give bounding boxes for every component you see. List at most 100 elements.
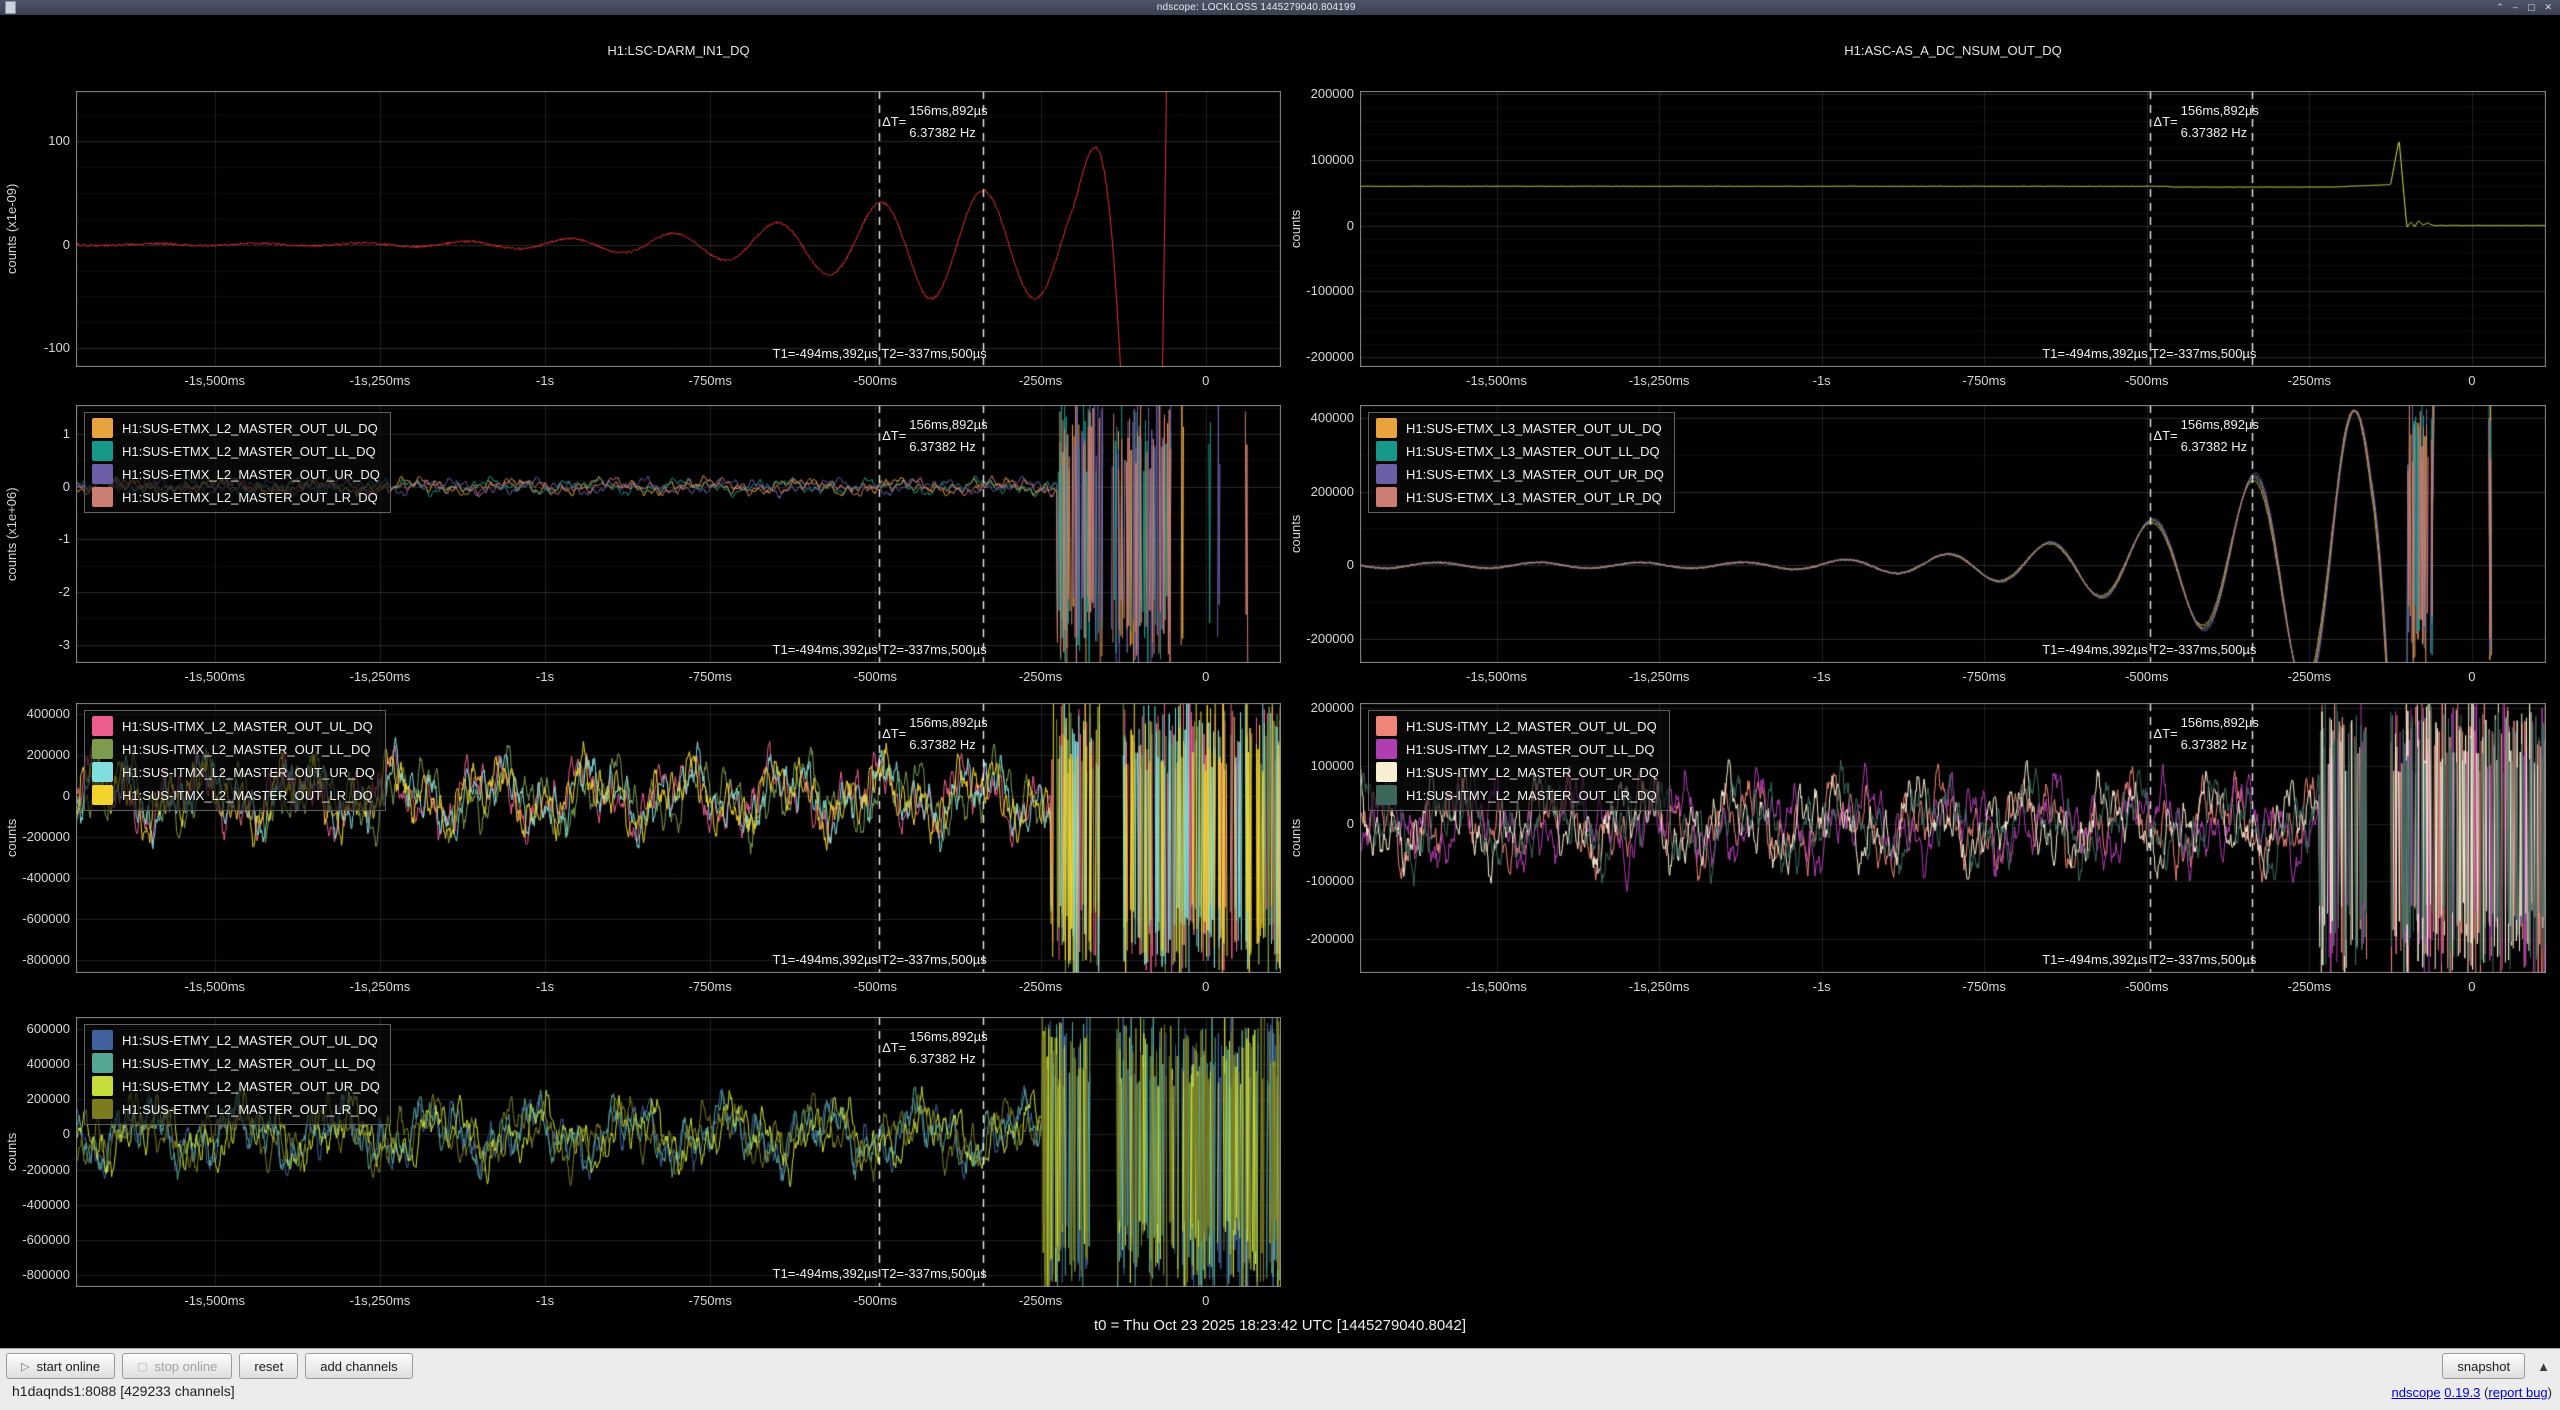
legend-swatch-icon bbox=[1376, 785, 1397, 805]
y-tick-label: 400000 bbox=[0, 706, 70, 721]
snapshot-button[interactable]: snapshot bbox=[2442, 1353, 2525, 1379]
window-title: ndscope: LOCKLOSS 1445279040.804199 bbox=[16, 2, 2496, 13]
y-tick-label: 400000 bbox=[1276, 410, 1354, 425]
window-icon bbox=[5, 1, 16, 14]
y-tick-label: 0 bbox=[1276, 218, 1354, 233]
legend-swatch-icon bbox=[92, 716, 113, 736]
legend-swatch-icon bbox=[1376, 464, 1397, 484]
maximize-window-icon[interactable]: ▢ bbox=[2527, 2, 2536, 13]
legend-item[interactable]: H1:SUS-ETMY_L2_MASTER_OUT_LR_DQ bbox=[92, 1099, 380, 1119]
legend-item[interactable]: H1:SUS-ETMX_L2_MASTER_OUT_UR_DQ bbox=[92, 464, 380, 484]
delta-t-annotation: ΔT=156ms,892µs6.37382 Hz bbox=[882, 715, 988, 752]
legend-swatch-icon bbox=[1376, 487, 1397, 507]
expand-panel-icon[interactable]: ▲ bbox=[2537, 1359, 2550, 1374]
minimize-window-icon[interactable]: – bbox=[2513, 2, 2518, 13]
legend-swatch-icon bbox=[92, 441, 113, 461]
legend-etmy_l2: H1:SUS-ETMY_L2_MASTER_OUT_UL_DQ H1:SUS-ET… bbox=[84, 1024, 391, 1125]
y-tick-label: 0 bbox=[0, 788, 70, 803]
y-tick-label: -200000 bbox=[0, 829, 70, 844]
legend-item[interactable]: H1:SUS-ETMX_L3_MASTER_OUT_LL_DQ bbox=[1376, 441, 1664, 461]
x-tick-label: 0 bbox=[2407, 979, 2537, 994]
x-tick-label: -250ms bbox=[2244, 979, 2374, 994]
y-tick-label: 100000 bbox=[1276, 152, 1354, 167]
y-tick-label: -400000 bbox=[0, 1197, 70, 1212]
legend-channel-label: H1:SUS-ITMX_L2_MASTER_OUT_LL_DQ bbox=[122, 742, 371, 757]
legend-item[interactable]: H1:SUS-ETMX_L3_MASTER_OUT_LR_DQ bbox=[1376, 487, 1664, 507]
y-tick-label: -100000 bbox=[1276, 283, 1354, 298]
legend-item[interactable]: H1:SUS-ITMY_L2_MASTER_OUT_LL_DQ bbox=[1376, 739, 1659, 759]
x-tick-label: -1s,250ms bbox=[315, 1293, 445, 1308]
legend-item[interactable]: H1:SUS-ETMY_L2_MASTER_OUT_UL_DQ bbox=[92, 1030, 380, 1050]
bottom-toolbar: ▷ start online ▢ stop online reset add c… bbox=[0, 1348, 2560, 1410]
y-tick-label: -100000 bbox=[1276, 873, 1354, 888]
legend-channel-label: H1:SUS-ETMY_L2_MASTER_OUT_UR_DQ bbox=[122, 1079, 380, 1094]
y-tick-label: 1 bbox=[0, 426, 70, 441]
legend-swatch-icon bbox=[92, 762, 113, 782]
x-tick-label: -1s bbox=[1757, 979, 1887, 994]
plot-itmx_l2[interactable]: counts4000002000000-200000-400000-600000… bbox=[0, 641, 1281, 1006]
legend-channel-label: H1:SUS-ITMX_L2_MASTER_OUT_UL_DQ bbox=[122, 719, 373, 734]
legend-swatch-icon bbox=[1376, 418, 1397, 438]
window-titlebar: ndscope: LOCKLOSS 1445279040.804199 ⌃ – … bbox=[0, 0, 2560, 16]
cursor-time-labels: T1=-494ms,392µs T2=-337ms,500µs bbox=[0, 1266, 987, 1281]
x-tick-label: -1s,500ms bbox=[1432, 979, 1562, 994]
legend-item[interactable]: H1:SUS-ETMX_L3_MASTER_OUT_UL_DQ bbox=[1376, 418, 1664, 438]
delta-t-annotation: ΔT=156ms,892µs6.37382 Hz bbox=[882, 103, 988, 140]
y-tick-label: 0 bbox=[1276, 816, 1354, 831]
legend-item[interactable]: H1:SUS-ETMX_L2_MASTER_OUT_LR_DQ bbox=[92, 487, 380, 507]
reset-button[interactable]: reset bbox=[239, 1353, 298, 1379]
delta-t-annotation: ΔT=156ms,892µs6.37382 Hz bbox=[882, 417, 988, 454]
nds-server-status: h1daqnds1:8088 [429233 channels] bbox=[12, 1383, 235, 1399]
legend-item[interactable]: H1:SUS-ITMX_L2_MASTER_OUT_LR_DQ bbox=[92, 785, 375, 805]
plot-canvas-darm[interactable] bbox=[76, 91, 1281, 367]
about-links: ndscope 0.19.3 (report bug) bbox=[2391, 1385, 2552, 1400]
legend-swatch-icon bbox=[92, 1053, 113, 1073]
y-tick-label: 0 bbox=[1276, 557, 1354, 572]
legend-item[interactable]: H1:SUS-ITMX_L2_MASTER_OUT_UL_DQ bbox=[92, 716, 375, 736]
plot-etmy_l2[interactable]: counts6000004000002000000-200000-400000-… bbox=[0, 955, 1281, 1320]
legend-item[interactable]: H1:SUS-ETMX_L2_MASTER_OUT_UL_DQ bbox=[92, 418, 380, 438]
add-channels-button[interactable]: add channels bbox=[305, 1353, 412, 1379]
close-window-icon[interactable]: ✕ bbox=[2544, 2, 2552, 13]
shade-window-icon[interactable]: ⌃ bbox=[2496, 2, 2504, 13]
x-tick-label: -500ms bbox=[810, 1293, 940, 1308]
plot-title-asc: H1:ASC-AS_A_DC_NSUM_OUT_DQ bbox=[1360, 43, 2546, 58]
legend-channel-label: H1:SUS-ETMX_L2_MASTER_OUT_UR_DQ bbox=[122, 467, 380, 482]
legend-channel-label: H1:SUS-ITMX_L2_MASTER_OUT_UR_DQ bbox=[122, 765, 375, 780]
legend-item[interactable]: H1:SUS-ITMX_L2_MASTER_OUT_UR_DQ bbox=[92, 762, 375, 782]
legend-channel-label: H1:SUS-ETMX_L2_MASTER_OUT_UL_DQ bbox=[122, 421, 378, 436]
legend-swatch-icon bbox=[92, 1030, 113, 1050]
legend-itmy_l2: H1:SUS-ITMY_L2_MASTER_OUT_UL_DQ H1:SUS-IT… bbox=[1368, 710, 1670, 811]
legend-item[interactable]: H1:SUS-ETMX_L2_MASTER_OUT_LL_DQ bbox=[92, 441, 380, 461]
y-tick-label: 200000 bbox=[0, 1091, 70, 1106]
ndscope-link[interactable]: ndscope bbox=[2391, 1385, 2440, 1400]
x-tick-label: 0 bbox=[1141, 1293, 1271, 1308]
legend-item[interactable]: H1:SUS-ETMX_L3_MASTER_OUT_UR_DQ bbox=[1376, 464, 1664, 484]
start-online-button[interactable]: ▷ start online bbox=[6, 1353, 115, 1379]
legend-channel-label: H1:SUS-ITMY_L2_MASTER_OUT_LR_DQ bbox=[1406, 788, 1657, 803]
version-link[interactable]: 0.19.3 bbox=[2444, 1385, 2480, 1400]
plot-canvas-asc[interactable] bbox=[1360, 91, 2546, 367]
legend-item[interactable]: H1:SUS-ITMY_L2_MASTER_OUT_LR_DQ bbox=[1376, 785, 1659, 805]
legend-etmx_l2: H1:SUS-ETMX_L2_MASTER_OUT_UL_DQ H1:SUS-ET… bbox=[84, 412, 391, 513]
legend-swatch-icon bbox=[92, 739, 113, 759]
y-tick-label: -400000 bbox=[0, 870, 70, 885]
x-tick-label: -1s,500ms bbox=[150, 1293, 280, 1308]
legend-item[interactable]: H1:SUS-ITMY_L2_MASTER_OUT_UL_DQ bbox=[1376, 716, 1659, 736]
legend-channel-label: H1:SUS-ITMY_L2_MASTER_OUT_LL_DQ bbox=[1406, 742, 1655, 757]
y-tick-label: 0 bbox=[0, 479, 70, 494]
y-tick-label: 200000 bbox=[1276, 86, 1354, 101]
y-axis-label: counts bbox=[1288, 405, 1303, 663]
legend-item[interactable]: H1:SUS-ETMY_L2_MASTER_OUT_LL_DQ bbox=[92, 1053, 380, 1073]
stop-online-button[interactable]: ▢ stop online bbox=[122, 1353, 232, 1379]
plot-itmy_l2[interactable]: counts2000001000000-100000-200000-1s,500… bbox=[1280, 641, 2546, 1006]
legend-item[interactable]: H1:SUS-ITMY_L2_MASTER_OUT_UR_DQ bbox=[1376, 762, 1659, 782]
report-bug-link[interactable]: report bug bbox=[2488, 1385, 2547, 1400]
legend-channel-label: H1:SUS-ETMX_L3_MASTER_OUT_LL_DQ bbox=[1406, 444, 1660, 459]
y-tick-label: 100 bbox=[0, 133, 70, 148]
legend-item[interactable]: H1:SUS-ETMY_L2_MASTER_OUT_UR_DQ bbox=[92, 1076, 380, 1096]
x-tick-label: -750ms bbox=[645, 1293, 775, 1308]
legend-item[interactable]: H1:SUS-ITMX_L2_MASTER_OUT_LL_DQ bbox=[92, 739, 375, 759]
legend-channel-label: H1:SUS-ITMX_L2_MASTER_OUT_LR_DQ bbox=[122, 788, 373, 803]
y-tick-label: -1 bbox=[0, 531, 70, 546]
